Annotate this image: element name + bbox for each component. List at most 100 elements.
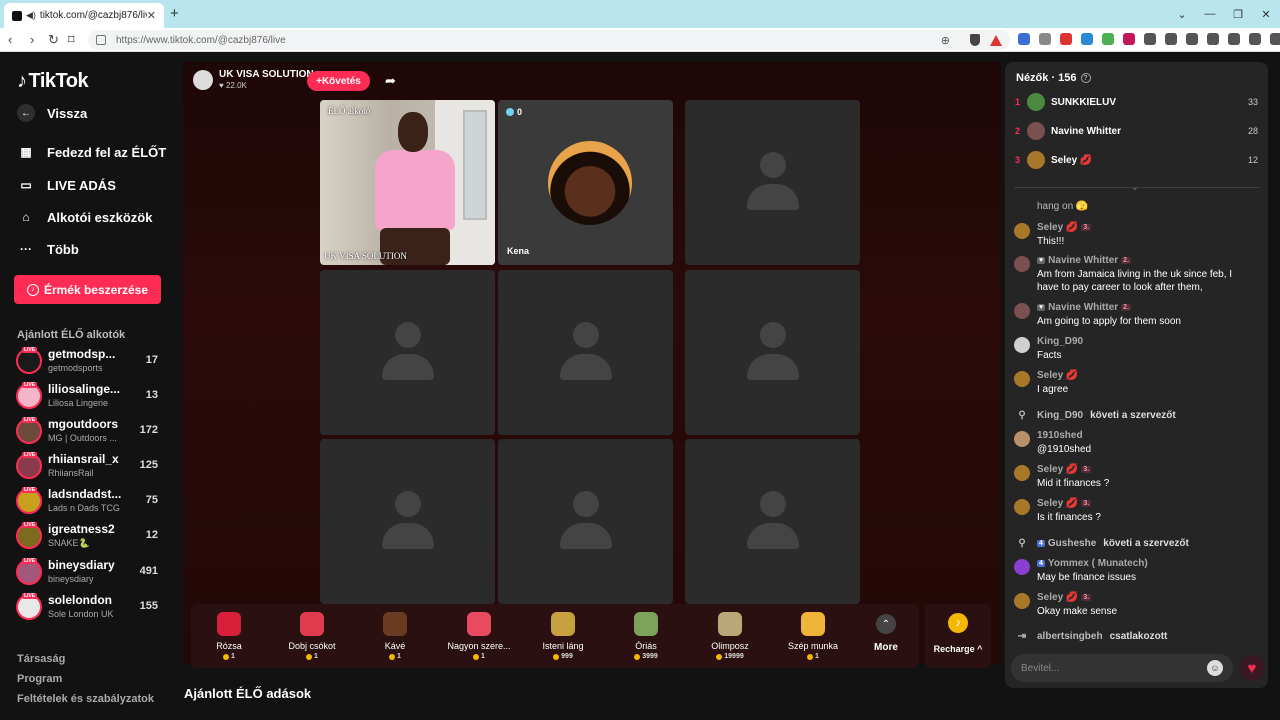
sidebar-item-creator-tools[interactable]: ⌂ Alkotói eszközök [17,208,152,226]
extension-icon[interactable] [1102,33,1114,45]
speaker-icon[interactable]: ◀) [26,10,36,21]
more-gifts-button[interactable]: ⌃ More [866,614,906,653]
empty-seat[interactable] [320,270,495,435]
host-info[interactable]: UK VISA SOLUTION ♥ 22.0K [193,69,314,90]
chat-username-row[interactable]: King_D90 [1037,336,1083,347]
top-viewer-row[interactable]: 2 Navine Whitter 28 [1015,121,1258,141]
avatar[interactable] [1014,223,1030,239]
recommended-creator[interactable]: LIVE bineysdiary bineysdiary 491 [16,556,166,588]
extension-icon[interactable] [1123,33,1135,45]
recommended-creator[interactable]: LIVE solelondon Sole London UK 155 [16,591,166,623]
reload-icon[interactable]: ↻ [48,32,59,48]
empty-seat[interactable] [685,100,860,265]
restore-button[interactable]: ❐ [1224,0,1252,28]
recommended-creator[interactable]: LIVE igreatness2 SNAKE🐍 12 [16,520,166,552]
share-icon[interactable]: ➦ [385,73,396,89]
extension-icon[interactable] [1081,33,1093,45]
recommended-creator[interactable]: LIVE ladsndadst... Lads n Dads TCG 75 [16,485,166,517]
empty-seat[interactable] [498,439,673,604]
gift-item[interactable]: Dobj csókot 1 [274,612,350,660]
chat-username-row[interactable]: Seley 💋 3. [1037,464,1092,475]
gift-item[interactable]: Nagyon szere... 1 [441,612,517,660]
sidebar-icon[interactable] [1186,33,1198,45]
footer-link-terms[interactable]: Feltételek és szabályzatok [17,693,154,705]
chat-username-row[interactable]: ♥ Navine Whitter 2. [1037,302,1132,313]
avatar[interactable] [1014,593,1030,609]
chat-username-row[interactable]: Seley 💋 [1037,370,1078,381]
chat-username-row[interactable]: Seley 💋 3. [1037,592,1092,603]
gift-item[interactable]: Kávé 1 [357,612,433,660]
minimize-button[interactable]: — [1196,0,1224,28]
avatar[interactable] [1014,465,1030,481]
translate-extension-icon[interactable] [1018,33,1030,45]
gift-item[interactable]: Isteni láng 999 [525,612,601,660]
recommended-creator[interactable]: LIVE rhiiansrail_x RhiiansRail 125 [16,450,166,482]
host-video-cell[interactable]: ÉLŐ alkotó UK VISA SOLUTION [320,100,495,265]
menu-icon[interactable] [1270,33,1280,45]
shield-icon[interactable] [970,34,980,46]
chat-username-row[interactable]: Seley 💋 3. [1037,498,1092,509]
forward-arrow-icon[interactable]: › [30,32,34,47]
top-viewer-row[interactable]: 1 SUNKKIELUV 33 [1015,92,1258,112]
avatar[interactable] [1014,303,1030,319]
recommended-creator[interactable]: LIVE liliosalinge... Liliosa Lingerie 13 [16,380,166,412]
follow-button[interactable]: +Követés [307,71,370,91]
event-username[interactable]: Gusheshe [1048,538,1096,549]
heart-like-button[interactable]: ♥ [1239,655,1265,681]
chevron-down-icon[interactable]: ⌄ [1131,182,1139,193]
recommended-creator[interactable]: LIVE getmodsp... getmodsports 17 [16,345,166,377]
avatar[interactable] [1014,559,1030,575]
tiktok-logo[interactable]: ♪ TikTok [17,70,89,93]
viewers-header[interactable]: Nézők · 156 ? [1016,72,1091,84]
back-arrow-icon[interactable]: ‹ [8,32,12,47]
new-tab-button[interactable]: + [170,5,179,22]
chat-username-row[interactable]: Seley 💋 3. [1037,222,1092,233]
empty-seat[interactable] [320,439,495,604]
extension-icon[interactable] [1039,33,1051,45]
chat-input[interactable] [1021,662,1207,674]
chat-username-row[interactable]: ♥ Navine Whitter 2. [1037,255,1132,266]
gift-item[interactable]: Olimposz 19999 [692,612,768,660]
chat-username-row[interactable]: 4 Yommex ( Munatech) [1037,558,1148,569]
address-bar[interactable]: https://www.tiktok.com/@cazbj876/live ⊕ [88,30,1010,50]
avatar[interactable] [1014,499,1030,515]
guest-cell-kena[interactable]: 0 Kena [498,100,673,265]
footer-link-program[interactable]: Program [17,673,62,685]
recommended-creator[interactable]: LIVE mgoutdoors MG | Outdoors ... 172 [16,415,166,447]
gift-item[interactable]: Óriás 3999 [608,612,684,660]
close-window-button[interactable]: ✕ [1252,0,1280,28]
avatar[interactable] [1014,256,1030,272]
avatar[interactable] [1014,337,1030,353]
hls-extension-icon[interactable] [1060,33,1072,45]
site-info-icon[interactable] [96,35,106,45]
close-tab-icon[interactable]: ✕ [147,9,156,22]
back-link[interactable]: ← Vissza [17,104,87,122]
zoom-icon[interactable]: ⊕ [941,34,950,47]
puzzle-icon[interactable] [1144,33,1156,45]
get-coins-button[interactable]: ♪ Érmék beszerzése [14,275,161,304]
vpn-icon[interactable] [1249,33,1261,45]
gift-item[interactable]: Szép munka 1 [775,612,851,660]
chat-username-row[interactable]: 1910shed [1037,430,1083,441]
avatar[interactable] [1014,431,1030,447]
sidebar-item-live[interactable]: ▭ LIVE ADÁS [17,176,116,194]
footer-link-company[interactable]: Társaság [17,653,65,665]
host-avatar[interactable] [193,69,213,90]
event-username[interactable]: albertsingbeh [1037,631,1103,642]
browser-tab[interactable]: ◀) tiktok.com/@cazbj876/live ✕ [4,3,164,28]
empty-seat[interactable] [685,270,860,435]
recharge-button[interactable]: ♪ Recharge ^ [925,604,991,668]
chevron-down-icon[interactable]: ⌄ [1168,0,1196,28]
top-viewer-row[interactable]: 3 Seley 💋 12 [1015,150,1258,170]
avatar[interactable] [1014,371,1030,387]
wallet-icon[interactable] [1207,33,1219,45]
bookmark-icon[interactable]: ⌑ [68,32,75,48]
sidebar-item-more[interactable]: ··· Több [17,240,79,258]
warning-icon[interactable] [990,34,1002,46]
emoji-icon[interactable]: ☺ [1207,660,1223,676]
empty-seat[interactable] [498,270,673,435]
music-icon[interactable] [1165,33,1177,45]
sidebar-item-explore-live[interactable]: ▦ Fedezd fel az ÉLŐT [17,143,166,161]
help-icon[interactable]: ? [1080,73,1091,83]
event-username[interactable]: King_D90 [1037,410,1083,421]
